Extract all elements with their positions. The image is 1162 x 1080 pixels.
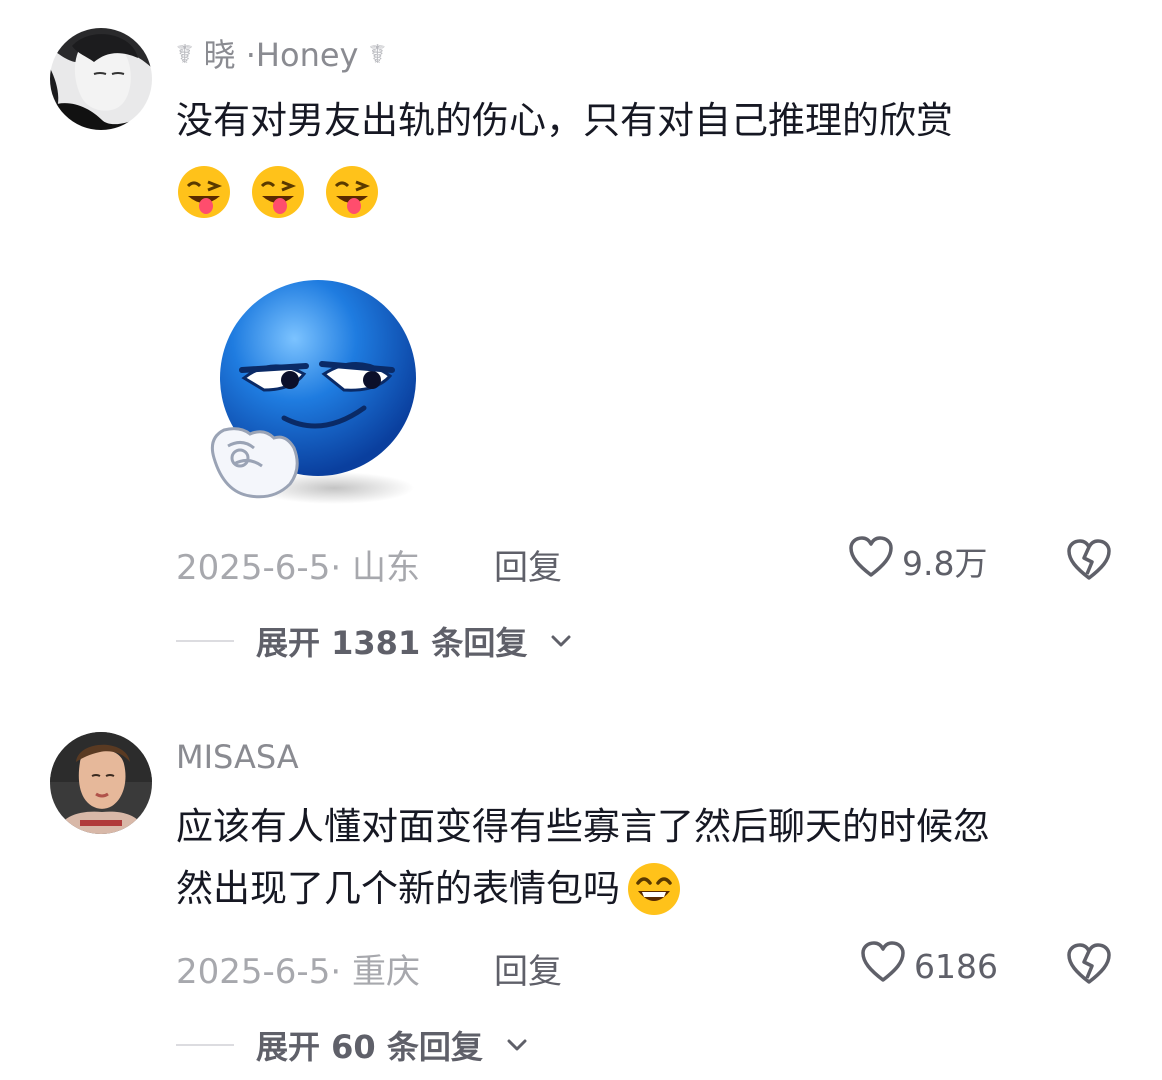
heart-outline-icon — [848, 535, 894, 587]
broken-heart-icon — [1066, 539, 1112, 586]
comment-body: 没有对男友出轨的伤心，只有对自己推理的欣赏 — [176, 99, 953, 142]
reply-button[interactable]: 回复 — [494, 944, 562, 993]
expand-replies-button[interactable]: 展开 1381 条回复 — [176, 618, 573, 664]
comment-2: MISASA 应该有人懂对面变得有些寡言了然后聊天的时候忽 然出现了几个新的表情… — [0, 680, 1162, 1080]
comment-1: ☤ 晓 ·Honey ☤ 没有对男友出轨的伤心，只有对自己推理的欣赏 2025-… — [0, 0, 1162, 680]
dislike-button[interactable] — [1066, 942, 1112, 990]
chevron-down-icon — [549, 629, 573, 653]
broken-heart-icon — [1066, 943, 1112, 990]
like-count: 9.8万 — [902, 544, 988, 583]
heart-outline-icon — [860, 940, 906, 992]
username-label: MISASA — [176, 738, 299, 776]
expand-replies-button[interactable]: 展开 60 条回复 — [176, 1022, 529, 1068]
username-label: 晓 ·Honey — [203, 36, 359, 74]
comment-text: 没有对男友出轨的伤心，只有对自己推理的欣赏 — [176, 90, 1126, 152]
grinning-tongue-wink-emoji — [250, 164, 306, 220]
smiling-face-emoji — [626, 861, 682, 917]
avatar[interactable] — [50, 732, 152, 834]
like-button[interactable]: 9.8万 — [848, 535, 987, 587]
like-count: 6186 — [914, 946, 998, 986]
comment-body-line-1: 应该有人懂对面变得有些寡言了然后聊天的时候忽 — [176, 805, 990, 848]
like-button[interactable]: 6186 — [860, 940, 998, 992]
grinning-tongue-wink-emoji — [176, 164, 232, 220]
expand-replies-label: 展开 1381 条回复 — [256, 624, 528, 662]
divider-line — [176, 1044, 234, 1046]
emoji-row — [176, 164, 388, 220]
comment-body-line-2: 然出现了几个新的表情包吗 — [176, 858, 1126, 920]
expand-replies-label: 展开 60 条回复 — [256, 1028, 483, 1066]
grinning-tongue-wink-emoji — [324, 164, 380, 220]
blue-smirk-face-sticker — [194, 278, 424, 510]
wing-icon: ☤ — [176, 40, 194, 70]
divider-line — [176, 640, 234, 642]
date-location: 2025-6-5· 重庆 — [176, 952, 420, 992]
date-location: 2025-6-5· 山东 — [176, 548, 420, 588]
username[interactable]: MISASA — [176, 738, 299, 776]
avatar[interactable] — [50, 28, 152, 130]
wing-icon: ☤ — [368, 40, 387, 70]
reply-button[interactable]: 回复 — [494, 540, 562, 589]
chevron-down-icon — [505, 1033, 529, 1057]
dislike-button[interactable] — [1066, 538, 1112, 586]
comment-body-line-2-text: 然出现了几个新的表情包吗 — [176, 867, 620, 910]
comment-text: 应该有人懂对面变得有些寡言了然后聊天的时候忽 然出现了几个新的表情包吗 — [176, 796, 1126, 920]
username[interactable]: ☤ 晓 ·Honey ☤ — [176, 30, 386, 76]
